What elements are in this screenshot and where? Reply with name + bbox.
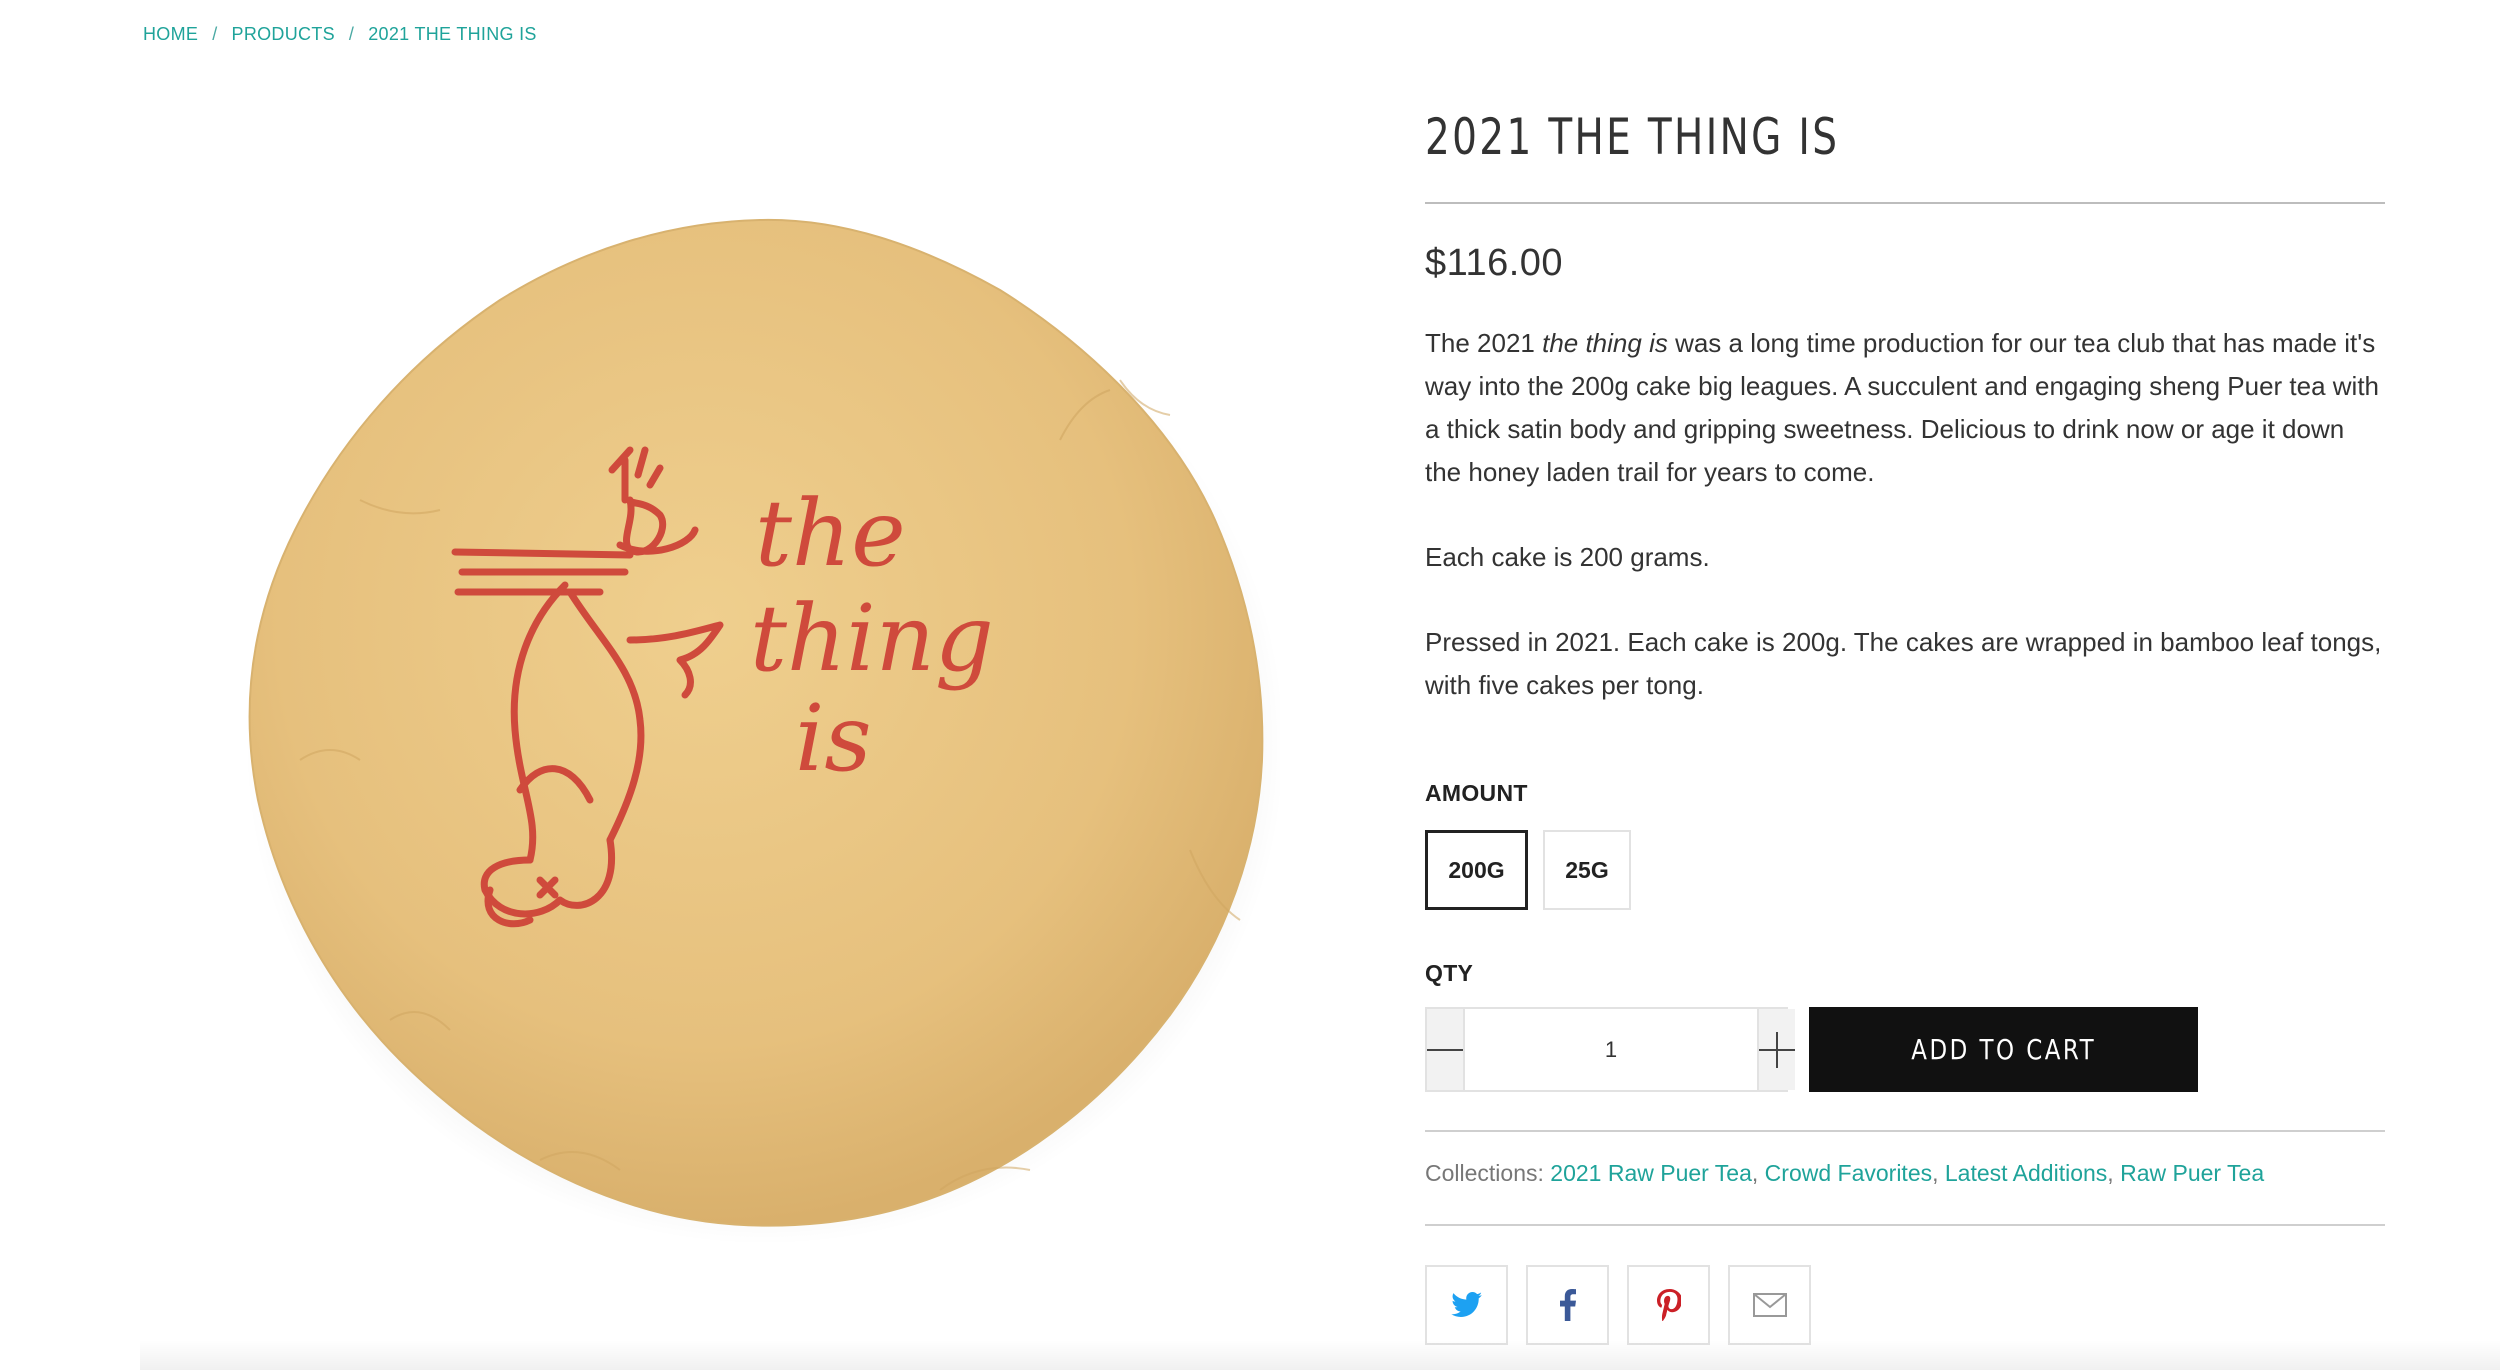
breadcrumb-separator: / [212, 24, 218, 44]
share-facebook-button[interactable] [1526, 1265, 1609, 1345]
bottom-shadow [140, 1340, 2500, 1370]
collection-separator: , [2107, 1160, 2114, 1186]
share-email-button[interactable] [1728, 1265, 1811, 1345]
facebook-icon [1559, 1289, 1576, 1321]
share-twitter-button[interactable] [1425, 1265, 1508, 1345]
quantity-stepper [1425, 1007, 1795, 1092]
email-icon [1752, 1293, 1787, 1317]
description-italic: the thing is [1542, 328, 1668, 358]
qty-input[interactable] [1463, 1009, 1759, 1090]
description-paragraph: Each cake is 200 grams. [1425, 542, 1710, 572]
plus-icon [1759, 1031, 1795, 1068]
breadcrumb-current-link[interactable]: 2021 THE THING IS [368, 24, 537, 45]
product-image[interactable]: the thing is [240, 200, 1280, 1250]
add-to-cart-label: ADD TO CART [1911, 1033, 2096, 1066]
collection-link-latest-additions[interactable]: Latest Additions [1945, 1160, 2107, 1186]
collections: Collections: 2021 Raw Puer Tea, Crowd Fa… [1425, 1160, 2264, 1187]
breadcrumb: HOME / PRODUCTS / 2021 THE THING IS [143, 24, 537, 45]
product-title: 2021 THE THING IS [1425, 108, 1840, 166]
share-pinterest-button[interactable] [1627, 1265, 1710, 1345]
description-paragraph: The 2021 the thing is was a long time pr… [1425, 328, 2380, 487]
collection-separator: , [1751, 1160, 1759, 1186]
pinterest-icon [1656, 1289, 1681, 1321]
twitter-icon [1450, 1292, 1482, 1317]
tea-cake-image: the thing is [245, 218, 1280, 1245]
stamp-text-the: the [755, 480, 906, 587]
amount-option-25g[interactable]: 25G [1543, 830, 1631, 910]
breadcrumb-separator: / [348, 24, 355, 44]
product-price: $116.00 [1425, 242, 1564, 284]
qty-increase-button[interactable] [1759, 1009, 1795, 1090]
product-description: The 2021 the thing is was a long time pr… [1425, 322, 2385, 749]
stamp-text-thing: thing [750, 585, 994, 692]
collection-link-raw-puer-tea[interactable]: Raw Puer Tea [2120, 1160, 2264, 1186]
add-to-cart-button[interactable]: ADD TO CART [1809, 1007, 2198, 1092]
divider [1425, 1130, 2385, 1132]
collection-link-crowd-favorites[interactable]: Crowd Favorites [1765, 1160, 1932, 1186]
divider [1425, 202, 2385, 204]
qty-label: QTY [1425, 960, 1474, 986]
amount-option-200g[interactable]: 200G [1425, 830, 1528, 910]
breadcrumb-products-link[interactable]: PRODUCTS [232, 24, 335, 45]
divider [1425, 1224, 2385, 1226]
collection-link-2021-raw-puer-tea[interactable]: 2021 Raw Puer Tea [1550, 1160, 1752, 1186]
breadcrumb-home-link[interactable]: HOME [143, 24, 198, 45]
qty-decrease-button[interactable] [1427, 1009, 1463, 1090]
collections-label: Collections: [1425, 1160, 1544, 1186]
description-paragraph: Pressed in 2021. Each cake is 200g. The … [1425, 627, 2382, 700]
minus-icon [1427, 1048, 1463, 1051]
stamp-text-is: is [795, 685, 872, 792]
collection-separator: , [1932, 1160, 1939, 1186]
amount-label: AMOUNT [1425, 780, 1528, 806]
